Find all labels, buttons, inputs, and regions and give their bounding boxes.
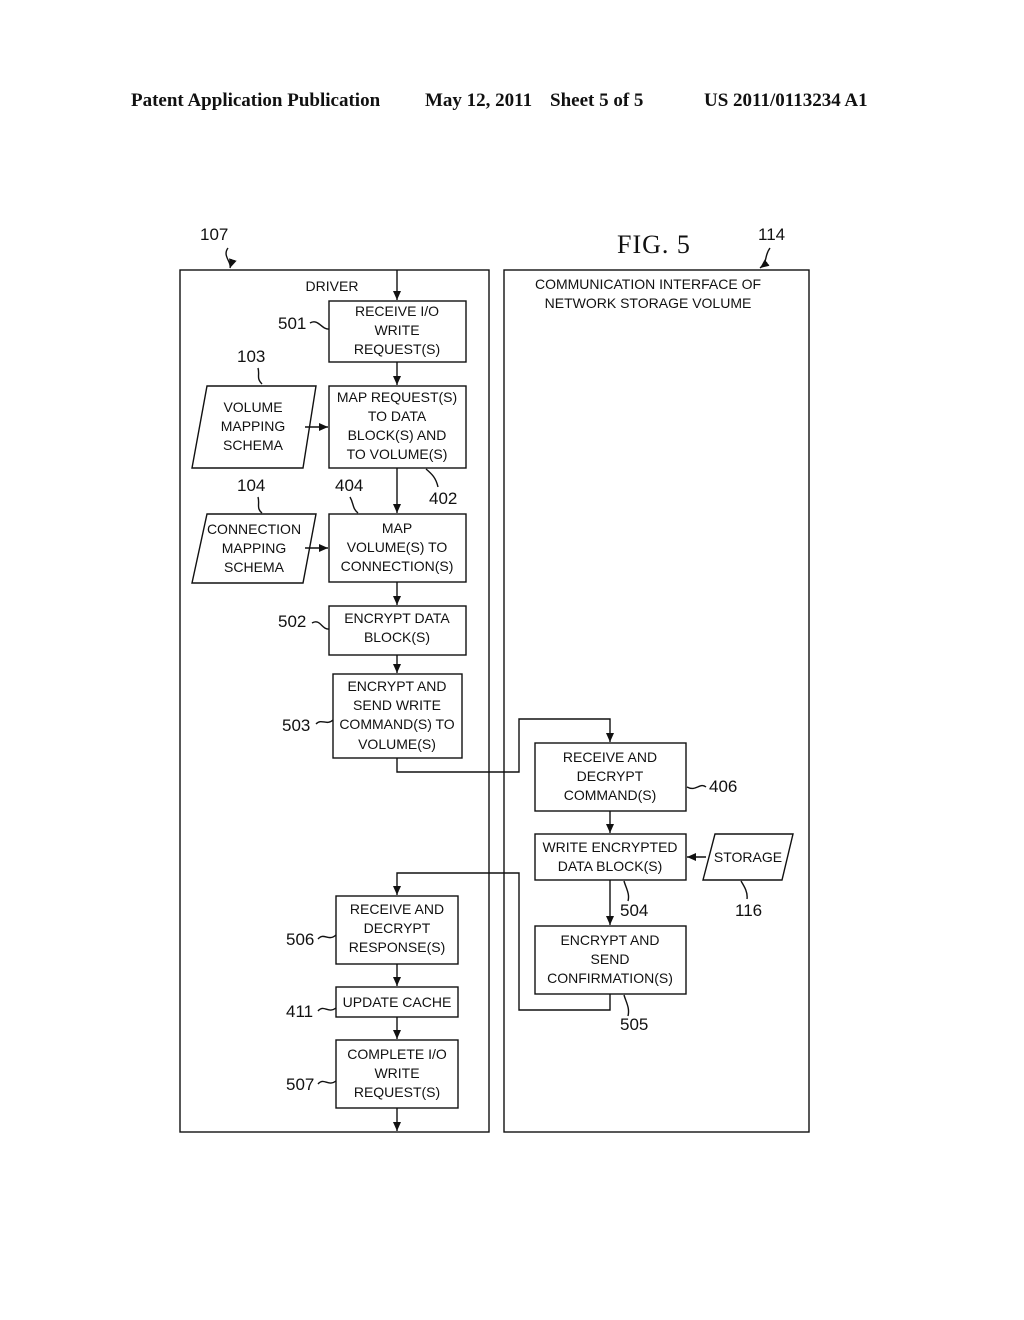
ref-501: 501 [278,314,306,333]
step-502-line-1: ENCRYPT DATA [344,610,450,626]
ref-104: 104 [237,476,265,495]
step-507-line-2: WRITE [374,1065,419,1081]
ref-404: 404 [335,476,363,495]
interface-title-line-1: COMMUNICATION INTERFACE OF [535,276,761,292]
data-store-104-line-1: CONNECTION [207,521,301,537]
ref-107: 107 [200,225,228,244]
step-503-line-1: ENCRYPT AND [347,678,446,694]
ref-503: 503 [282,716,310,735]
ref-505: 505 [620,1015,648,1034]
ref-507: 507 [286,1075,314,1094]
ref-114: 114 [758,225,785,244]
step-506-line-1: RECEIVE AND [350,901,444,917]
ref-506: 506 [286,930,314,949]
step-506-line-3: RESPONSE(S) [349,939,445,955]
data-store-116-line-1: STORAGE [714,849,782,865]
step-406-line-1: RECEIVE AND [563,749,657,765]
step-501-line-1: RECEIVE I/O [355,303,439,319]
step-506-line-2: DECRYPT [364,920,431,936]
ref-116: 116 [735,901,762,920]
step-504-line-1: WRITE ENCRYPTED [542,839,677,855]
step-502-line-2: BLOCK(S) [364,629,430,645]
ref-504: 504 [620,901,648,920]
step-411-line-1: UPDATE CACHE [343,994,452,1010]
ref-103: 103 [237,347,265,366]
ref-411: 411 [286,1002,313,1021]
ref-502: 502 [278,612,306,631]
step-406-line-2: DECRYPT [577,768,644,784]
interface-panel [503,269,810,1133]
step-505-line-1: ENCRYPT AND [560,932,659,948]
interface-title-line-2: NETWORK STORAGE VOLUME [545,295,752,311]
step-507-line-3: REQUEST(S) [354,1084,440,1100]
step-402-line-1: MAP REQUEST(S) [337,389,457,405]
step-406-line-3: COMMAND(S) [564,787,657,803]
step-505-line-3: CONFIRMATION(S) [547,970,673,986]
data-store-103-line-1: VOLUME [223,399,282,415]
step-503-line-3: COMMAND(S) TO [339,716,454,732]
step-507-line-1: COMPLETE I/O [347,1046,447,1062]
data-store-104-line-2: MAPPING [222,540,287,556]
step-404-line-1: MAP [382,520,412,536]
driver-panel-title: DRIVER [306,278,359,294]
ref-406: 406 [709,777,737,796]
step-402-line-2: TO DATA [368,408,427,424]
step-404-line-2: VOLUME(S) TO [347,539,448,555]
data-store-104-line-3: SCHEMA [224,559,285,575]
ref-402: 402 [429,489,457,508]
step-505-line-2: SEND [591,951,630,967]
flowchart: 107 114 501 103 402 104 404 502 503 406 … [179,225,810,1133]
step-501-line-2: WRITE [374,322,419,338]
step-402-line-4: TO VOLUME(S) [347,446,448,462]
step-501-line-3: REQUEST(S) [354,341,440,357]
step-404-line-3: CONNECTION(S) [341,558,454,574]
data-store-103-line-3: SCHEMA [223,437,284,453]
step-503-line-2: SEND WRITE [353,697,441,713]
step-402-line-3: BLOCK(S) AND [348,427,447,443]
step-503-line-4: VOLUME(S) [358,736,436,752]
data-store-103-line-2: MAPPING [221,418,286,434]
step-504-line-2: DATA BLOCK(S) [558,858,663,874]
